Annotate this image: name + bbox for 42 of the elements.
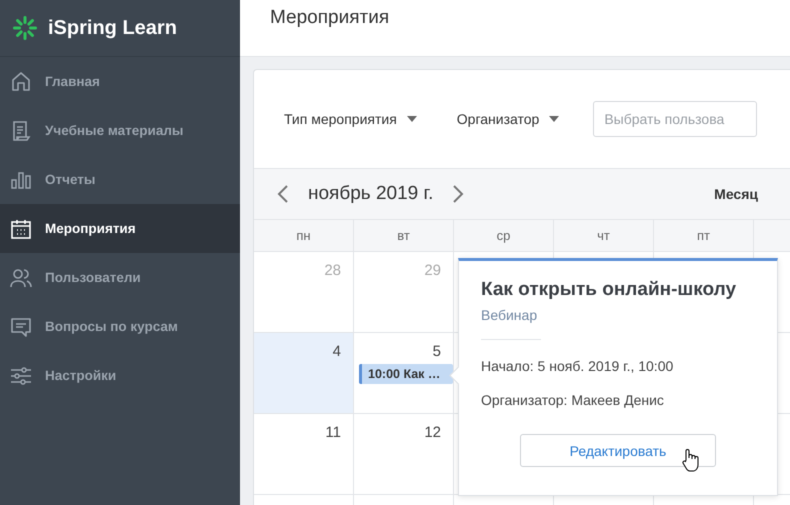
home-icon — [9, 70, 33, 94]
weekday-header: пт — [654, 220, 754, 252]
day-number: 5 — [432, 343, 441, 360]
sidebar-item[interactable]: Мероприятия — [0, 204, 240, 253]
day-number: 12 — [424, 424, 441, 441]
edit-button[interactable]: Редактировать — [520, 434, 716, 467]
event-type: Вебинар — [481, 307, 538, 323]
weekday-header: ср — [454, 220, 554, 252]
weekday-header: вт — [354, 220, 454, 252]
month-view-button[interactable]: Месяц — [708, 185, 764, 203]
event-title: Как открыть онлайн-школу — [481, 279, 738, 301]
caret-icon — [549, 116, 560, 122]
day-cell[interactable]: 5 10:00 Как … — [354, 333, 454, 414]
next-month-button[interactable] — [451, 184, 466, 204]
day-cell[interactable]: 4 — [254, 333, 354, 414]
day-cell[interactable]: 11 — [254, 414, 354, 495]
sidebar-item[interactable]: Главная — [0, 57, 240, 106]
event-start: Начало: 5 нояб. 2019 г., 10:00 — [481, 358, 674, 374]
day-number: 29 — [424, 262, 441, 279]
day-number: 4 — [332, 343, 341, 360]
previous-month-button[interactable] — [276, 184, 290, 204]
pointer-hand-icon — [680, 448, 700, 472]
filter-dropdown[interactable]: Тип мероприятия — [284, 111, 417, 127]
day-number: 11 — [325, 424, 341, 441]
filter-dropdown[interactable]: Организатор — [456, 111, 560, 127]
sidebar-item[interactable]: Вопросы по курсам — [0, 302, 240, 351]
logo-text: iSpring Learn — [48, 16, 177, 40]
weekday-header: чт — [554, 220, 654, 252]
caret-icon — [406, 116, 417, 122]
logo-icon — [12, 15, 38, 41]
sidebar-item[interactable]: Отчеты — [0, 155, 240, 204]
weekday-header: пн — [254, 220, 354, 252]
day-cell[interactable]: 12 — [354, 414, 454, 495]
sidebar-item[interactable]: Настройки — [0, 351, 240, 400]
day-number: 28 — [324, 262, 341, 279]
page-title: Мероприятия — [270, 7, 390, 29]
event-organizer: Организатор: Макеев Денис — [481, 392, 665, 408]
month-title: ноябрь 2019 г. — [308, 183, 434, 205]
sidebar-item[interactable]: Пользователи — [0, 253, 240, 302]
event-chip[interactable]: 10:00 Как … — [359, 364, 453, 384]
sidebar-item[interactable]: Учебные материалы — [0, 106, 240, 155]
user-search-field[interactable]: Выбрать пользова — [593, 101, 758, 137]
